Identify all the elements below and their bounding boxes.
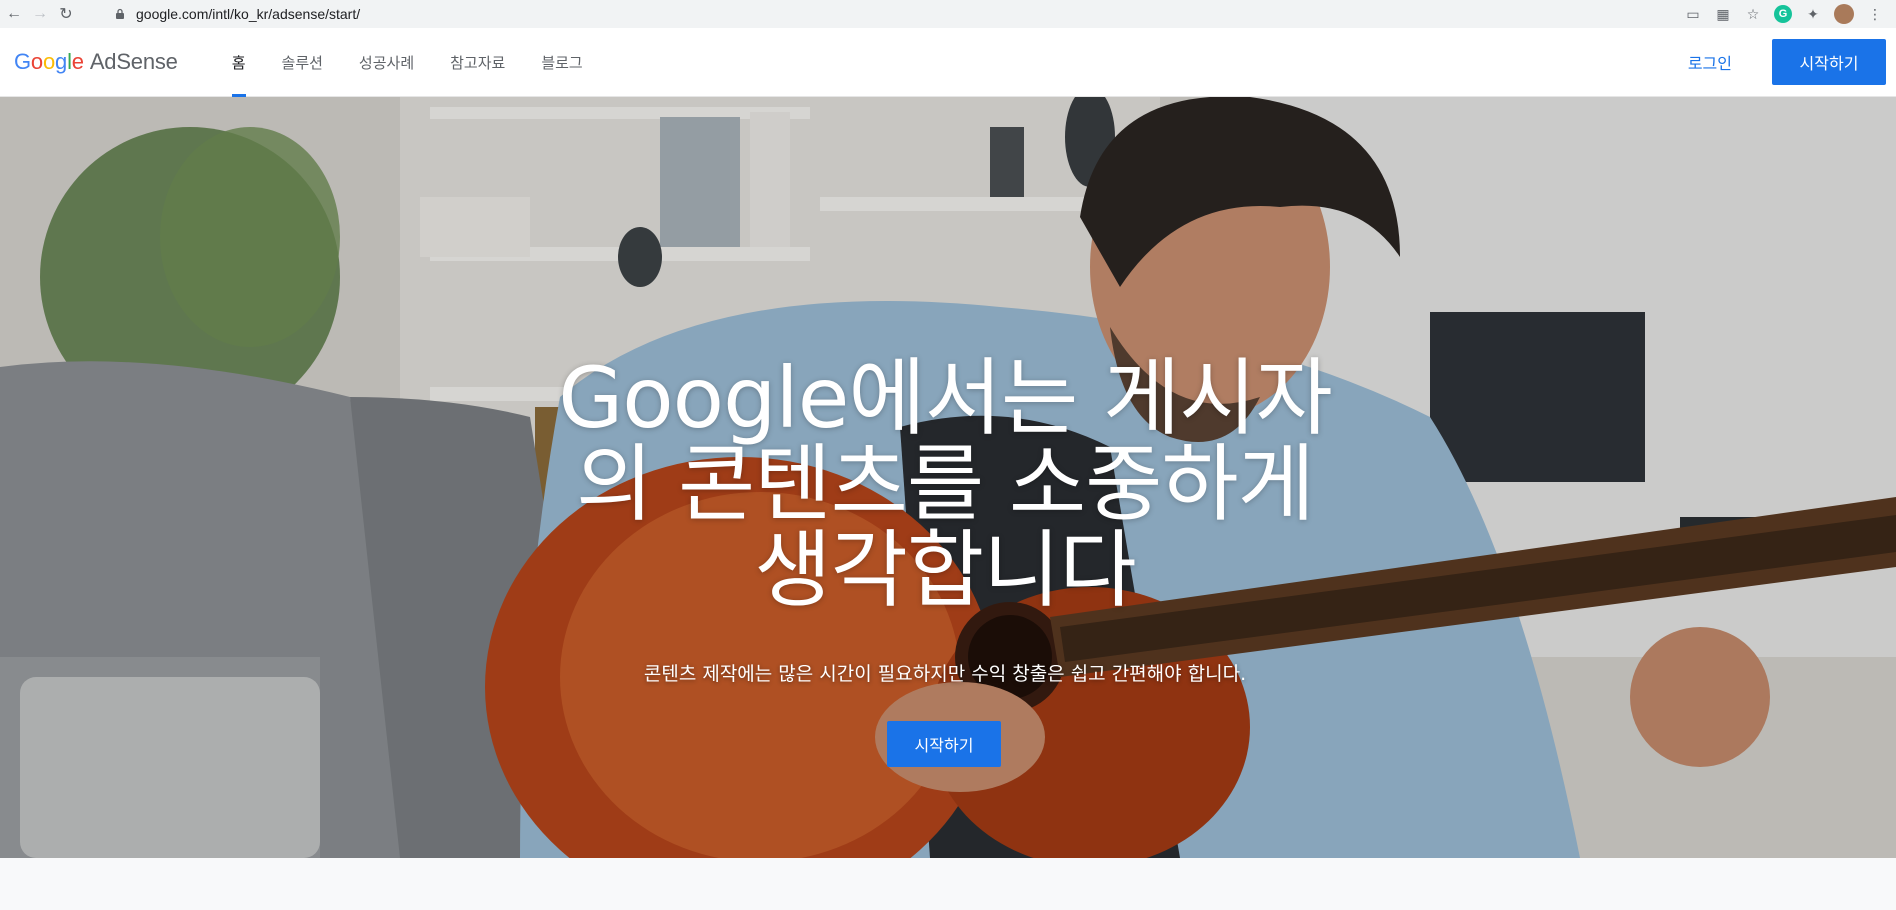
login-link[interactable]: 로그인 — [1688, 50, 1732, 74]
qr-code-icon[interactable]: ▦ — [1714, 5, 1732, 23]
extensions-puzzle-icon[interactable]: ✦ — [1804, 5, 1822, 23]
site-header: Google AdSense 홈 솔루션 성공사례 참고자료 블로그 로그인 시… — [0, 28, 1896, 97]
nav-item-solutions[interactable]: 솔루션 — [264, 28, 341, 97]
hero-title-line-3: 생각합니다 — [754, 521, 1136, 619]
address-bar[interactable]: google.com/intl/ko_kr/adsense/start/ — [106, 2, 1684, 26]
logo-product-text: AdSense — [89, 49, 178, 74]
below-hero-strip — [0, 858, 1896, 910]
profile-avatar-icon[interactable] — [1834, 4, 1854, 24]
header-start-button[interactable]: 시작하기 — [1772, 39, 1886, 85]
hero-start-button[interactable]: 시작하기 — [887, 721, 1001, 767]
nav-item-resources[interactable]: 참고자료 — [432, 28, 523, 97]
main-nav: 홈 솔루션 성공사례 참고자료 블로그 — [214, 28, 601, 97]
cast-icon[interactable]: ▭ — [1684, 5, 1702, 23]
nav-item-success-stories[interactable]: 성공사례 — [341, 28, 432, 97]
lock-icon — [116, 8, 124, 19]
bookmark-star-icon[interactable]: ☆ — [1744, 5, 1762, 23]
logo-google-text: Google — [14, 49, 84, 74]
hero-title: Google에서는 게시자 의 콘텐츠를 소중하게 생각합니다 — [520, 355, 1370, 613]
hero-section: Google에서는 게시자 의 콘텐츠를 소중하게 생각합니다 콘텐츠 제작에는… — [0, 97, 1896, 858]
url-text: google.com/intl/ko_kr/adsense/start/ — [136, 6, 361, 22]
menu-kebab-icon[interactable]: ⋮ — [1866, 5, 1884, 23]
forward-icon[interactable]: → — [28, 2, 52, 26]
adsense-logo[interactable]: Google AdSense — [14, 49, 178, 75]
nav-item-home[interactable]: 홈 — [214, 28, 264, 97]
browser-toolbar: ← → ↻ google.com/intl/ko_kr/adsense/star… — [0, 0, 1896, 28]
nav-item-blog[interactable]: 블로그 — [523, 28, 600, 97]
hero-title-line-2: 의 콘텐츠를 소중하게 — [576, 435, 1315, 533]
grammarly-extension-icon[interactable]: G — [1774, 5, 1792, 23]
hero-subtitle: 콘텐츠 제작에는 많은 시간이 필요하지만 수익 창출은 쉽고 간편해야 합니다… — [643, 663, 1247, 685]
back-icon[interactable]: ← — [2, 2, 26, 26]
hero-title-line-1: Google에서는 게시자 — [558, 349, 1333, 447]
reload-icon[interactable]: ↻ — [54, 2, 78, 26]
